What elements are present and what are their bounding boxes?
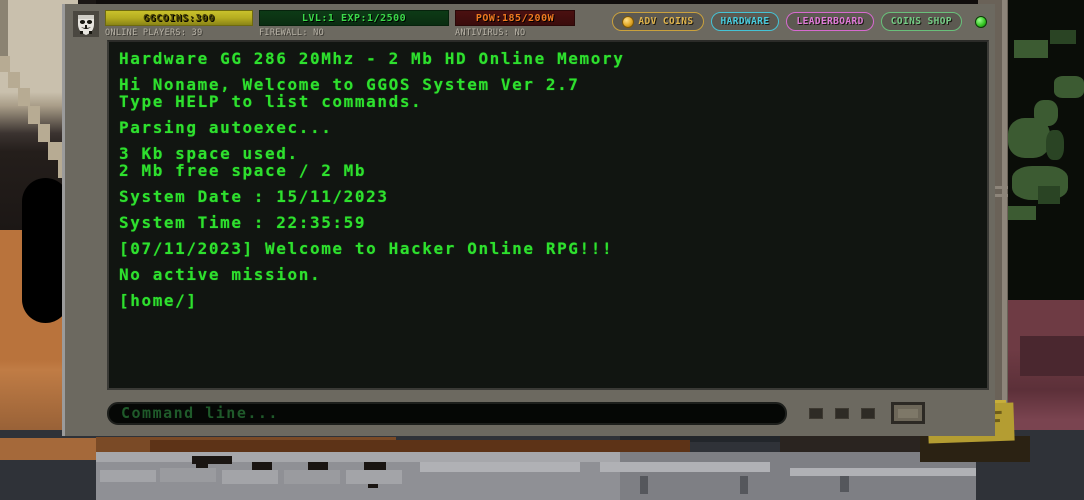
terminal-screen[interactable]: Hardware GG 286 20Mhz - 2 Mb HD Online M… [107, 40, 989, 390]
keyboard-icon [898, 408, 918, 418]
coins-stat: GGCOINS:300 ONLINE PLAYERS: 39 [105, 10, 253, 38]
terminal-line: System Date : 15/11/2023 [119, 187, 389, 206]
antivirus-label: ANTIVIRUS: NO [455, 28, 526, 38]
power-bar[interactable]: POW:185/200W [455, 10, 575, 26]
leaderboard-label: LEADERBOARD [796, 16, 864, 27]
terminal-line: Hi Noname, Welcome to GGOS System Ver 2.… [119, 75, 580, 94]
mini-button-2[interactable] [835, 407, 849, 419]
command-input[interactable]: Command line... [107, 401, 787, 425]
exp-stat: LVL:1 EXP:1/2500 FIREWALL: NO [259, 10, 449, 38]
coin-icon [622, 15, 635, 28]
firewall-label: FIREWALL: NO [259, 28, 325, 38]
terminal-line: Type HELP to list commands. [119, 92, 423, 111]
terminal-line: [07/11/2023] Welcome to Hacker Online RP… [119, 239, 614, 258]
keyboard-toggle-button[interactable] [891, 402, 925, 424]
monitor: GGCOINS:300 ONLINE PLAYERS: 39 LVL:1 EXP… [62, 4, 995, 436]
game-screen: GGCOINS:300 ONLINE PLAYERS: 39 LVL:1 EXP… [0, 0, 1084, 500]
online-status-dot [975, 15, 987, 28]
terminal-line: 2 Mb free space / 2 Mb [119, 161, 367, 180]
terminal-line: 3 Kb space used. [119, 144, 299, 163]
coins-shop-button[interactable]: COINS SHOP [880, 12, 962, 31]
terminal-line: Hardware GG 286 20Mhz - 2 Mb HD Online M… [119, 49, 625, 68]
terminal-prompt: [home/] [119, 291, 198, 310]
hud-bar: GGCOINS:300 ONLINE PLAYERS: 39 LVL:1 EXP… [65, 4, 995, 44]
stat-bars: GGCOINS:300 ONLINE PLAYERS: 39 LVL:1 EXP… [105, 10, 575, 38]
background-foliage [1004, 0, 1084, 320]
coins-shop-label: COINS SHOP [890, 16, 952, 27]
hardware-button[interactable]: HARDWARE [710, 12, 780, 31]
command-bar: Command line... [107, 400, 989, 426]
command-input-placeholder: Command line... [121, 404, 279, 422]
mini-button-1[interactable] [809, 407, 823, 419]
nav-buttons: ADV COINS HARDWARE LEADERBOARD COINS SHO… [612, 12, 987, 31]
anonymous-mask-icon[interactable] [73, 11, 99, 37]
adv-coins-button[interactable]: ADV COINS [612, 12, 704, 31]
terminal-line: System Time : 22:35:59 [119, 213, 367, 232]
leaderboard-button[interactable]: LEADERBOARD [786, 12, 874, 31]
hardware-label: HARDWARE [720, 16, 770, 27]
terminal-line: No active mission. [119, 265, 322, 284]
mini-button-3[interactable] [861, 407, 875, 419]
mini-buttons [809, 407, 875, 419]
ggcoins-bar[interactable]: GGCOINS:300 [105, 10, 253, 26]
power-stat: POW:185/200W ANTIVIRUS: NO [455, 10, 575, 38]
adv-coins-label: ADV COINS [638, 16, 694, 27]
online-players-label: ONLINE PLAYERS: 39 [105, 28, 203, 38]
terminal-line: Parsing autoexec... [119, 118, 333, 137]
level-exp-bar[interactable]: LVL:1 EXP:1/2500 [259, 10, 449, 26]
